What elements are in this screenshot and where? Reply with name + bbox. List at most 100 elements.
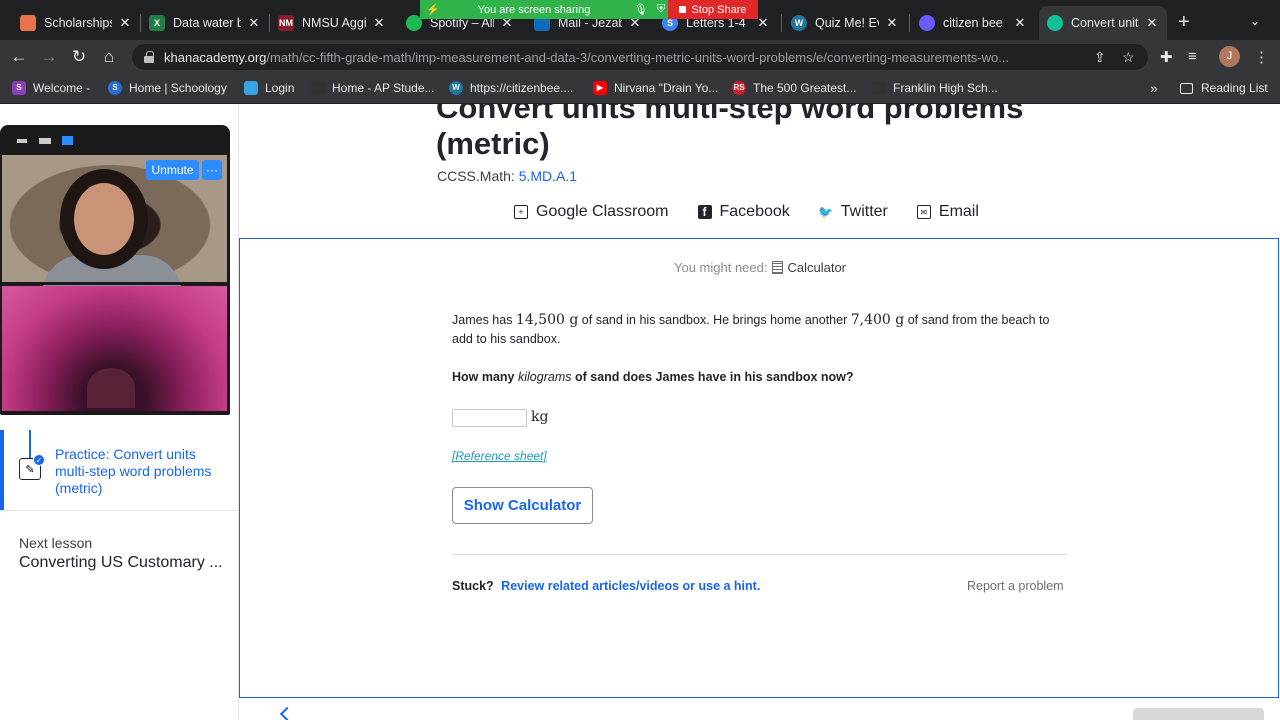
video-separator [2, 282, 227, 285]
next-lesson-link[interactable]: Converting US Customary ... [19, 554, 224, 572]
share-icon[interactable]: ⇪ [1094, 49, 1106, 66]
share-twitter[interactable]: 🐦 Twitter [818, 203, 888, 221]
reload-icon[interactable]: ↻ [68, 46, 90, 68]
bookmark-welcome[interactable]: S Welcome - [12, 81, 90, 95]
close-icon[interactable]: ✕ [372, 15, 386, 31]
bookmark-login[interactable]: Login [244, 81, 294, 95]
tab-convert-units[interactable]: Convert units ✕ [1039, 6, 1167, 40]
participant-videos [2, 155, 227, 411]
reference-sheet-link[interactable]: [Reference sheet] [452, 449, 547, 463]
ccss-prefix: CCSS.Math: [437, 168, 515, 184]
bookmark-label: Home | Schoology [129, 81, 227, 95]
minimize-icon[interactable] [17, 139, 27, 143]
problem-text: James has 14,500 g of sand in his sandbo… [452, 311, 1064, 349]
bookmark-500-greatest[interactable]: RS The 500 Greatest... [732, 81, 856, 95]
calculator-label: Calculator [787, 260, 847, 275]
close-icon[interactable]: ✕ [885, 15, 899, 31]
might-need-hint: You might need: Calculator [674, 260, 846, 275]
amount-value: 7,400 g [850, 312, 905, 328]
youtube-icon: ▶ [593, 81, 607, 95]
bookmark-label: Home - AP Stude... [332, 81, 435, 95]
tab-data-water[interactable]: X Data water b ✕ [141, 6, 269, 40]
chevron-right-icon[interactable]: » [1150, 80, 1158, 96]
tab-title: Quiz Me! Eve [815, 16, 879, 30]
active-indicator [0, 430, 4, 510]
reading-list-button[interactable]: Reading List [1180, 81, 1268, 95]
ccss-link[interactable]: 5.MD.A.1 [519, 168, 577, 184]
hint-link[interactable]: Review related articles/videos or use a … [501, 579, 760, 593]
question-emphasis: kilograms [518, 370, 572, 384]
problem-text-part: of sand in his sandbox. He brings home a… [578, 313, 851, 327]
unmute-button[interactable]: Unmute [146, 160, 199, 180]
tab-favicon [20, 15, 36, 31]
close-icon[interactable]: ✕ [247, 15, 261, 31]
bookmark-schoology[interactable]: S Home | Schoology [108, 81, 227, 95]
cloud-icon [244, 81, 258, 95]
tab-search-icon[interactable]: ⌄ [1250, 14, 1260, 28]
wordpress-icon: W [791, 15, 807, 31]
speaker-view-icon[interactable] [39, 138, 51, 144]
tab-title: NMSU Aggie [302, 16, 366, 30]
check-answer-button[interactable] [1133, 708, 1264, 720]
share-label: Facebook [719, 203, 790, 220]
facebook-icon: f [697, 205, 712, 219]
share-links: + Google Classroom f Facebook 🐦 Twitter … [514, 203, 1008, 221]
microphone-icon[interactable]: 🎙 [634, 3, 648, 16]
close-icon[interactable]: ✕ [1145, 15, 1159, 31]
participant-face [74, 183, 134, 255]
media-control-icon[interactable]: ≡ [1188, 48, 1197, 65]
home-icon[interactable]: ⌂ [98, 46, 120, 68]
share-label: Google Classroom [536, 203, 669, 220]
answer-input[interactable] [452, 409, 527, 427]
stop-share-button[interactable]: Stop Share [668, 0, 758, 19]
share-google-classroom[interactable]: + Google Classroom [514, 203, 669, 221]
url-path: /math/cc-fifth-grade-math/imp-measuremen… [266, 49, 1010, 65]
close-icon[interactable]: ✕ [1013, 15, 1027, 31]
back-icon[interactable]: ← [8, 46, 30, 68]
tab-citizen-bee[interactable]: citizen bee F ✕ [911, 6, 1035, 40]
question-part: of sand does James have in his sandbox n… [571, 370, 854, 384]
schoology-icon: S [108, 81, 122, 95]
next-lesson-label: Next lesson [19, 535, 93, 551]
bookmark-star-icon[interactable]: ☆ [1122, 49, 1135, 66]
bookmark-nirvana[interactable]: ▶ Nirvana "Drain Yo... [593, 81, 718, 95]
tab-scholarships[interactable]: Scholarships ✕ [12, 6, 140, 40]
address-bar[interactable]: khanacademy.org /math/cc-fifth-grade-mat… [132, 44, 1148, 70]
tab-quiz-me[interactable]: W Quiz Me! Eve ✕ [783, 6, 907, 40]
share-facebook[interactable]: f Facebook [697, 203, 790, 221]
more-options-button[interactable]: ··· [202, 160, 222, 180]
close-icon[interactable]: ✕ [118, 15, 132, 31]
report-problem-link[interactable]: Report a problem [967, 579, 1064, 593]
bookmark-franklin-high[interactable]: Franklin High Sch... [872, 81, 998, 95]
tab-title: Convert units [1071, 16, 1139, 30]
practice-label: Practice: Convert units multi-step word … [55, 446, 212, 496]
question-part: How many [452, 370, 518, 384]
close-icon[interactable]: ✕ [756, 15, 770, 31]
forward-icon[interactable]: → [38, 46, 60, 68]
share-label: Email [938, 203, 979, 220]
khan-academy-icon [1047, 15, 1063, 31]
zoom-panel-toolbar [0, 125, 230, 155]
tab-title: citizen bee F [943, 16, 1007, 30]
extensions-icon[interactable]: ✚ [1160, 48, 1173, 66]
gallery-view-icon[interactable] [62, 136, 73, 145]
show-calculator-button[interactable]: Show Calculator [452, 487, 593, 524]
back-arrow-icon[interactable] [279, 706, 295, 720]
sidebar-item-practice[interactable]: ✎ ✓ Practice: Convert units multi-step w… [0, 430, 238, 510]
tab-title: Data water b [173, 16, 241, 30]
share-email[interactable]: ✉ Email [916, 203, 979, 221]
stop-icon [679, 6, 687, 13]
bookmark-citizenbee[interactable]: W https://citizenbee.... [449, 81, 573, 95]
zoom-video-panel[interactable]: Unmute ··· [0, 125, 230, 415]
stuck-row: Stuck? Review related articles/videos or… [452, 579, 760, 593]
url-host: khanacademy.org [164, 49, 267, 65]
bookmark-label: Login [265, 81, 295, 95]
might-need-label: You might need: [674, 260, 768, 275]
menu-icon[interactable]: ⋮ [1254, 48, 1269, 66]
new-tab-button[interactable]: + [1178, 12, 1190, 32]
profile-avatar[interactable]: J [1219, 46, 1240, 67]
bookmark-ap-student[interactable]: Home - AP Stude... [311, 81, 435, 95]
tab-nmsu[interactable]: NM NMSU Aggie ✕ [270, 6, 394, 40]
lock-icon [144, 51, 154, 63]
divider [452, 554, 1067, 555]
